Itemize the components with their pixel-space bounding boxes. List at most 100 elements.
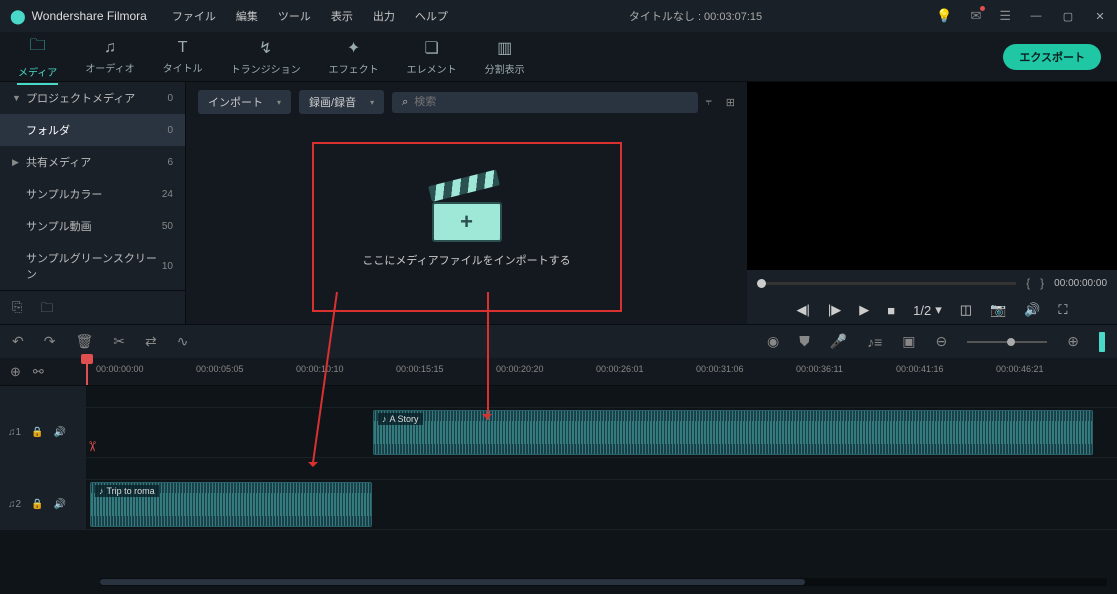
mute-icon[interactable]: 🔊 <box>54 427 66 438</box>
audio-clip-a-story[interactable]: ♪A Story <box>373 410 1093 455</box>
fullscreen-icon[interactable]: ⛶ <box>1058 302 1067 318</box>
sidebar-item-count: 24 <box>162 189 173 200</box>
sidebar-item-sample-color[interactable]: サンプルカラー24 <box>0 178 185 210</box>
ruler-tick: 00:00:26:01 <box>596 364 644 374</box>
scrollbar-thumb[interactable] <box>100 579 805 585</box>
annotation-arrowhead <box>482 414 492 424</box>
sidebar-item-green-screen[interactable]: サンプルグリーンスクリーン10 <box>0 242 185 290</box>
sidebar-item-count: 0 <box>167 125 173 136</box>
snapshot-icon[interactable]: 📷 <box>990 302 1006 318</box>
split-button[interactable]: ✂ <box>113 333 125 350</box>
new-folder-icon[interactable]: ⎘ <box>12 299 22 321</box>
sidebar-item-shared-media[interactable]: ▶共有メディア6 <box>0 146 185 178</box>
menu-help[interactable]: ヘルプ <box>408 8 455 24</box>
render-icon[interactable]: ▣ <box>902 333 915 350</box>
tab-media[interactable]: 🗀メディア <box>4 30 71 83</box>
close-button[interactable]: ✕ <box>1093 10 1107 23</box>
audio-track-1: ♫1🔒🔊 ♪A Story <box>0 408 1117 458</box>
menu-output[interactable]: 出力 <box>366 8 402 24</box>
sidebar-item-project-media[interactable]: ▼プロジェクトメディア0 <box>0 82 185 114</box>
quality-icon[interactable]: ◫ <box>960 302 972 318</box>
track-body[interactable]: ♪A Story <box>86 408 1117 457</box>
maximize-button[interactable]: ▢ <box>1061 10 1075 23</box>
zoom-fit-button[interactable] <box>1099 332 1105 352</box>
record-dropdown[interactable]: 録画/録音▾ <box>299 90 384 114</box>
adjust-icon[interactable]: ⇄ <box>145 333 157 350</box>
tab-titles[interactable]: Tタイトル <box>149 35 217 79</box>
messages-icon[interactable]: ✉ <box>970 8 981 24</box>
add-track-icon[interactable]: ⊕ <box>10 364 21 380</box>
music-icon: ♪ <box>99 486 104 496</box>
search-icon: ⌕ <box>402 96 408 109</box>
text-icon: T <box>178 39 188 57</box>
menu-edit[interactable]: 編集 <box>229 8 265 24</box>
play-button[interactable]: ▶ <box>859 302 869 318</box>
play-backward-button[interactable]: |▶ <box>828 302 841 318</box>
playhead[interactable] <box>86 358 88 385</box>
mute-icon[interactable]: 🔊 <box>54 499 66 510</box>
chevron-right-icon: ▶ <box>12 157 26 168</box>
clapperboard-icon: + <box>432 186 502 238</box>
menu-file[interactable]: ファイル <box>165 8 223 24</box>
filter-icon[interactable]: ⫧ <box>706 96 712 109</box>
link-icon[interactable]: ⚯ <box>33 364 44 380</box>
lock-icon[interactable]: 🔒 <box>31 499 43 510</box>
record-dropdown-label: 録画/録音 <box>309 94 356 110</box>
sidebar-item-folder[interactable]: フォルダ0 <box>0 114 185 146</box>
tab-elements[interactable]: ❏エレメント <box>393 34 471 80</box>
audio-settings-icon[interactable]: ♪≡ <box>867 334 882 350</box>
preview-timecode: 00:00:00:00 <box>1054 278 1107 289</box>
tab-transitions[interactable]: ↯トランジション <box>217 34 315 80</box>
mark-out-icon[interactable]: } <box>1040 276 1044 290</box>
search-input[interactable] <box>414 96 687 108</box>
clip-title: Trip to roma <box>107 486 155 496</box>
track-body[interactable]: ♪Trip to roma <box>86 480 1117 529</box>
mixer-icon[interactable]: ◉ <box>767 333 779 350</box>
preview-video[interactable] <box>747 82 1117 270</box>
timeline-scrollbar[interactable] <box>100 578 1107 586</box>
tab-audio[interactable]: ♫オーディオ <box>71 35 148 79</box>
tips-icon[interactable]: 💡 <box>936 8 952 24</box>
redo-button[interactable]: ↷ <box>44 333 56 350</box>
import-dropdown[interactable]: インポート▾ <box>198 90 291 114</box>
zoom-out-button[interactable]: ⊖ <box>936 333 948 350</box>
undo-button[interactable]: ↶ <box>12 333 24 350</box>
music-icon: ♫ <box>104 39 116 57</box>
chevron-down-icon: ▼ <box>12 93 26 103</box>
drop-zone-text: ここにメディアファイルをインポートする <box>362 252 570 268</box>
zoom-slider[interactable] <box>967 341 1047 343</box>
preview-progress[interactable] <box>757 282 1016 285</box>
folder-icon: 🗀 <box>30 34 46 61</box>
tab-effects[interactable]: ✦エフェクト <box>315 34 393 80</box>
timeline-ruler[interactable]: 00:00:00:00 00:00:05:05 00:00:10:10 00:0… <box>86 358 1117 385</box>
transition-icon: ↯ <box>259 38 272 58</box>
minimize-button[interactable]: — <box>1029 10 1043 22</box>
folder-icon[interactable]: 🗀 <box>40 299 53 321</box>
media-sidebar: ▼プロジェクトメディア0 フォルダ0 ▶共有メディア6 サンプルカラー24 サン… <box>0 82 186 324</box>
mark-in-icon[interactable]: { <box>1026 276 1030 290</box>
voiceover-icon[interactable]: 🎤 <box>830 333 847 350</box>
cut-marker-icon[interactable]: ✂ <box>83 441 100 453</box>
volume-icon[interactable]: 🔊 <box>1024 302 1040 318</box>
tab-split-label: 分割表示 <box>485 61 525 76</box>
export-button[interactable]: エクスポート <box>1003 44 1101 70</box>
zoom-in-button[interactable]: ⊕ <box>1067 333 1079 350</box>
delete-button[interactable]: 🗑 <box>75 333 93 350</box>
grid-view-icon[interactable]: ⊞ <box>726 96 735 109</box>
tab-split[interactable]: ▥ 分割表示 <box>471 34 539 80</box>
audio-clip-trip-to-roma[interactable]: ♪Trip to roma <box>90 482 372 527</box>
audio-wave-icon[interactable]: ∿ <box>177 333 189 350</box>
split-icon: ▥ <box>497 38 512 58</box>
menu-tools[interactable]: ツール <box>271 8 318 24</box>
preview-panel: { } 00:00:00:00 ◀| |▶ ▶ ■ 1/2▾ ◫ 📷 🔊 ⛶ <box>747 82 1117 324</box>
prev-frame-button[interactable]: ◀| <box>797 302 810 318</box>
list-icon[interactable]: ☰ <box>999 8 1011 24</box>
menu-view[interactable]: 表示 <box>324 8 360 24</box>
lock-icon[interactable]: 🔒 <box>31 427 43 438</box>
import-drop-zone[interactable]: + ここにメディアファイルをインポートする <box>312 142 622 312</box>
sidebar-item-sample-video[interactable]: サンプル動画50 <box>0 210 185 242</box>
stop-button[interactable]: ■ <box>887 303 895 318</box>
search-box[interactable]: ⌕ <box>392 92 697 113</box>
marker-icon[interactable]: ⛊ <box>799 333 810 350</box>
playback-speed-dropdown[interactable]: 1/2▾ <box>913 302 942 318</box>
